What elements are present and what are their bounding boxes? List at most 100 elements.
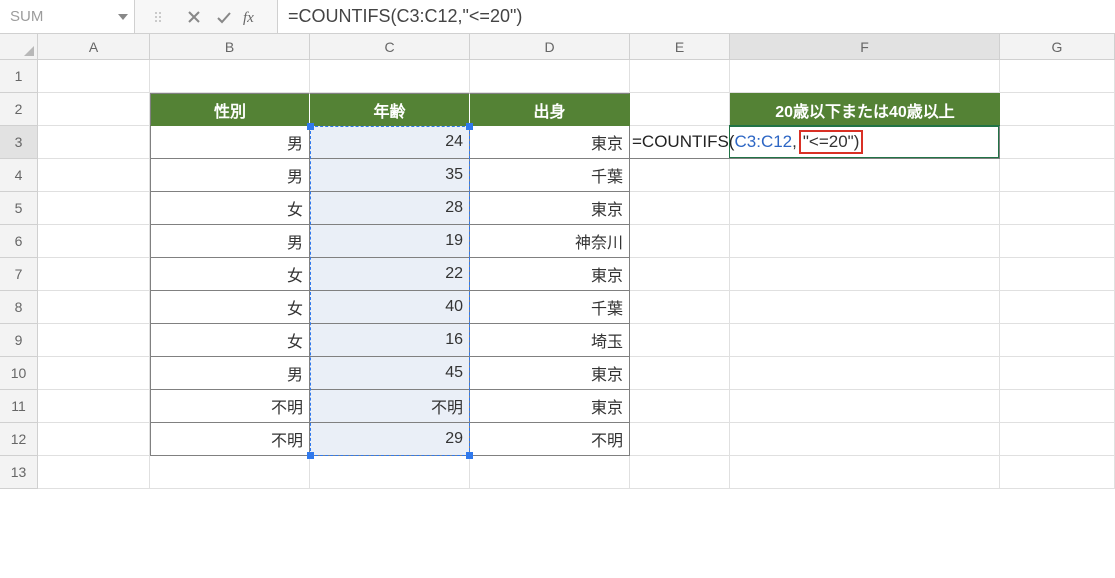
gridcell-G1[interactable] — [1000, 60, 1115, 93]
table-row-age-9[interactable]: 16 — [310, 324, 470, 357]
gridcell-A2[interactable] — [38, 93, 150, 126]
gridcell-F1[interactable] — [730, 60, 1000, 93]
row-header-2[interactable]: 2 — [0, 93, 38, 126]
gridcell-E7[interactable] — [630, 258, 730, 291]
gridcell-A10[interactable] — [38, 357, 150, 390]
table-row-age-4[interactable]: 35 — [310, 159, 470, 192]
table-row-origin-8[interactable]: 千葉 — [470, 291, 630, 324]
row-header-13[interactable]: 13 — [0, 456, 38, 489]
gridcell-A11[interactable] — [38, 390, 150, 423]
enter-icon[interactable] — [209, 0, 239, 33]
table-row-origin-10[interactable]: 東京 — [470, 357, 630, 390]
active-formula-cell[interactable]: =COUNTIFS(C3:C12,"<=20") — [630, 126, 1000, 159]
gridcell-A4[interactable] — [38, 159, 150, 192]
gridcell-E6[interactable] — [630, 225, 730, 258]
gridcell-G4[interactable] — [1000, 159, 1115, 192]
table-row-gender-9[interactable]: 女 — [150, 324, 310, 357]
row-header-8[interactable]: 8 — [0, 291, 38, 324]
gridcell-C1[interactable] — [310, 60, 470, 93]
gridcell-G5[interactable] — [1000, 192, 1115, 225]
table-row-gender-7[interactable]: 女 — [150, 258, 310, 291]
gridcell-E8[interactable] — [630, 291, 730, 324]
row-header-5[interactable]: 5 — [0, 192, 38, 225]
table-row-age-7[interactable]: 22 — [310, 258, 470, 291]
gridcell-A3[interactable] — [38, 126, 150, 159]
table-row-origin-7[interactable]: 東京 — [470, 258, 630, 291]
gridcell-G3[interactable] — [1000, 126, 1115, 159]
column-header-c[interactable]: C — [310, 34, 470, 60]
gridcell-F7[interactable] — [730, 258, 1000, 291]
table-row-origin-3[interactable]: 東京 — [470, 126, 630, 159]
gridcell-E9[interactable] — [630, 324, 730, 357]
row-header-3[interactable]: 3 — [0, 126, 38, 159]
table-row-gender-6[interactable]: 男 — [150, 225, 310, 258]
row-header-12[interactable]: 12 — [0, 423, 38, 456]
gridcell-G9[interactable] — [1000, 324, 1115, 357]
table-row-age-10[interactable]: 45 — [310, 357, 470, 390]
row-header-10[interactable]: 10 — [0, 357, 38, 390]
expand-icon[interactable] — [143, 0, 173, 33]
row-header-6[interactable]: 6 — [0, 225, 38, 258]
gridcell-F6[interactable] — [730, 225, 1000, 258]
selection-handle-1[interactable] — [466, 123, 473, 130]
gridcell-G6[interactable] — [1000, 225, 1115, 258]
gridcell-E1[interactable] — [630, 60, 730, 93]
table-row-age-6[interactable]: 19 — [310, 225, 470, 258]
gridcell-C13[interactable] — [310, 456, 470, 489]
row-header-11[interactable]: 11 — [0, 390, 38, 423]
table-row-age-3[interactable]: 24 — [310, 126, 470, 159]
gridcell-F8[interactable] — [730, 291, 1000, 324]
gridcell-G12[interactable] — [1000, 423, 1115, 456]
gridcell-F4[interactable] — [730, 159, 1000, 192]
selection-handle-3[interactable] — [466, 452, 473, 459]
gridcell-E4[interactable] — [630, 159, 730, 192]
table-row-gender-8[interactable]: 女 — [150, 291, 310, 324]
gridcell-G13[interactable] — [1000, 456, 1115, 489]
table-row-age-5[interactable]: 28 — [310, 192, 470, 225]
row-header-7[interactable]: 7 — [0, 258, 38, 291]
row-header-9[interactable]: 9 — [0, 324, 38, 357]
column-header-e[interactable]: E — [630, 34, 730, 60]
gridcell-E10[interactable] — [630, 357, 730, 390]
table-row-gender-4[interactable]: 男 — [150, 159, 310, 192]
table-row-origin-6[interactable]: 神奈川 — [470, 225, 630, 258]
gridcell-G8[interactable] — [1000, 291, 1115, 324]
column-header-a[interactable]: A — [38, 34, 150, 60]
gridcell-A7[interactable] — [38, 258, 150, 291]
table-row-age-8[interactable]: 40 — [310, 291, 470, 324]
gridcell-F13[interactable] — [730, 456, 1000, 489]
gridcell-B1[interactable] — [150, 60, 310, 93]
table-row-gender-5[interactable]: 女 — [150, 192, 310, 225]
table-row-origin-5[interactable]: 東京 — [470, 192, 630, 225]
cancel-icon[interactable] — [179, 0, 209, 33]
table-row-origin-11[interactable]: 東京 — [470, 390, 630, 423]
gridcell-G7[interactable] — [1000, 258, 1115, 291]
gridcell-D13[interactable] — [470, 456, 630, 489]
gridcell-A8[interactable] — [38, 291, 150, 324]
gridcell-G11[interactable] — [1000, 390, 1115, 423]
column-header-d[interactable]: D — [470, 34, 630, 60]
table-row-gender-11[interactable]: 不明 — [150, 390, 310, 423]
fx-icon[interactable]: fx — [239, 0, 269, 33]
gridcell-F5[interactable] — [730, 192, 1000, 225]
gridcell-E13[interactable] — [630, 456, 730, 489]
gridcell-G10[interactable] — [1000, 357, 1115, 390]
table-row-gender-10[interactable]: 男 — [150, 357, 310, 390]
table-row-gender-12[interactable]: 不明 — [150, 423, 310, 456]
selection-handle-0[interactable] — [307, 123, 314, 130]
table-row-age-12[interactable]: 29 — [310, 423, 470, 456]
row-header-4[interactable]: 4 — [0, 159, 38, 192]
gridcell-A5[interactable] — [38, 192, 150, 225]
column-header-b[interactable]: B — [150, 34, 310, 60]
gridcell-E5[interactable] — [630, 192, 730, 225]
gridcell-A6[interactable] — [38, 225, 150, 258]
gridcell-F12[interactable] — [730, 423, 1000, 456]
column-header-f[interactable]: F — [730, 34, 1000, 60]
gridcell-D1[interactable] — [470, 60, 630, 93]
selection-handle-2[interactable] — [307, 452, 314, 459]
name-box[interactable]: SUM — [0, 0, 135, 33]
table-row-origin-4[interactable]: 千葉 — [470, 159, 630, 192]
gridcell-A9[interactable] — [38, 324, 150, 357]
gridcell-E2[interactable] — [630, 93, 730, 126]
gridcell-A13[interactable] — [38, 456, 150, 489]
